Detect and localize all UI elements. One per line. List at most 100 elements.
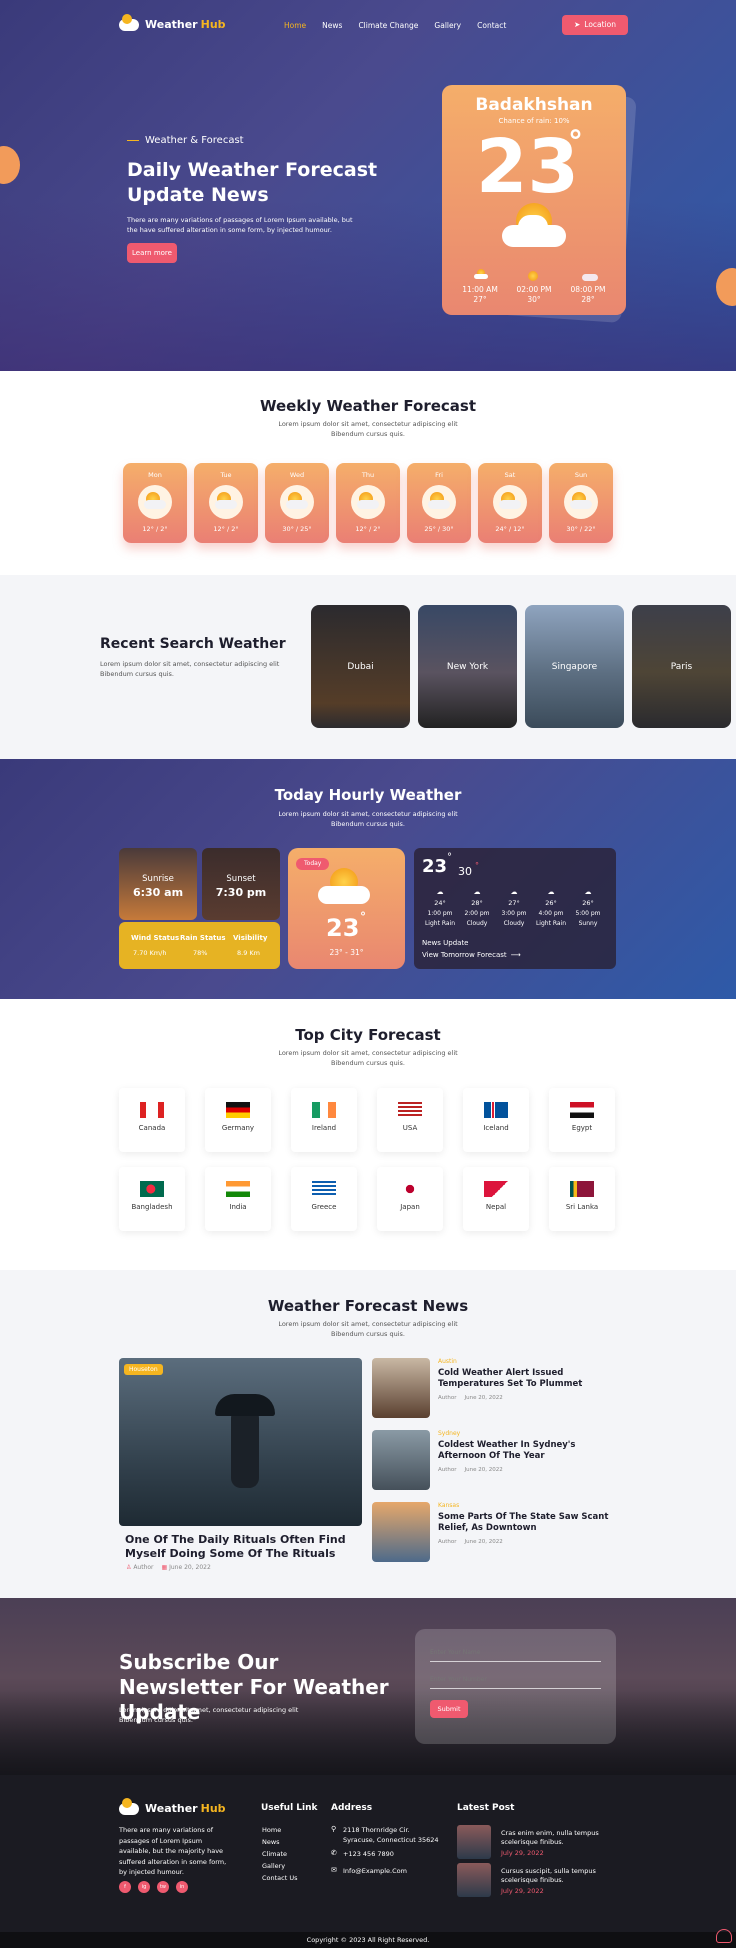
news-item[interactable]: Kansas Some Parts Of The State Saw Scant … — [372, 1502, 617, 1562]
day-name: Mon — [148, 471, 162, 479]
nav-contact[interactable]: Contact — [477, 21, 506, 30]
city-card-singapore[interactable]: Singapore — [525, 605, 624, 728]
flag-india-icon — [226, 1181, 250, 1197]
wind-label: Wind Status — [131, 934, 180, 942]
news-title[interactable]: Some Parts Of The State Saw Scant Relief… — [438, 1512, 616, 1534]
country-card-iceland[interactable]: Iceland — [463, 1088, 529, 1152]
news-tag: Sydney — [438, 1430, 461, 1437]
news-thumbnail[interactable] — [372, 1430, 430, 1490]
city-card-dubai[interactable]: Dubai — [311, 605, 410, 728]
rain-value: 78% — [193, 949, 208, 957]
news-meta: Author June 20, 2022 — [438, 1467, 503, 1473]
footer-phone[interactable]: +123 456 7890 — [343, 1850, 394, 1858]
wind-value: 7.70 Km/h — [133, 949, 167, 957]
footer-link-gallery[interactable]: Gallery — [262, 1862, 285, 1870]
news-meta: Author June 20, 2022 — [438, 1395, 503, 1401]
country-card-sri-lanka[interactable]: Sri Lanka — [549, 1167, 615, 1231]
country-card-ireland[interactable]: Ireland — [291, 1088, 357, 1152]
country-card-greece[interactable]: Greece — [291, 1167, 357, 1231]
scroll-top-icon[interactable] — [716, 1929, 732, 1943]
learn-more-button[interactable]: Learn more — [127, 243, 177, 263]
submit-button[interactable]: Submit — [430, 1700, 468, 1718]
number-input[interactable] — [430, 1671, 601, 1689]
footer-address-title: Address — [331, 1803, 373, 1813]
country-card-germany[interactable]: Germany — [205, 1088, 271, 1152]
name-input[interactable] — [430, 1644, 601, 1662]
news-tag: Kansas — [438, 1502, 460, 1509]
day-name: Fri — [435, 471, 443, 479]
news-thumbnail[interactable] — [372, 1358, 430, 1418]
today-temp: 23 — [326, 914, 360, 942]
day-card-tue[interactable]: Tue 12° / 2° — [194, 463, 258, 543]
country-card-egypt[interactable]: Egypt — [549, 1088, 615, 1152]
country-card-japan[interactable]: Japan — [377, 1167, 443, 1231]
slot-time: 1:00 pm — [427, 910, 453, 917]
nav-climate[interactable]: Climate Change — [358, 21, 418, 30]
flag-canada-icon — [140, 1102, 164, 1118]
news-title[interactable]: Cold Weather Alert Issued Temperatures S… — [438, 1368, 616, 1390]
flag-nepal-icon — [484, 1181, 508, 1197]
top-city-title: Top City Forecast — [295, 1026, 441, 1044]
post-thumbnail[interactable] — [457, 1863, 491, 1897]
country-name: Egypt — [571, 1124, 593, 1132]
news-thumbnail[interactable] — [372, 1502, 430, 1562]
weekly-title: Weekly Weather Forecast — [259, 397, 477, 415]
card-city: Badakhshan — [475, 95, 593, 115]
day-temp: 12° / 2° — [355, 525, 381, 533]
social-ig-icon[interactable]: ig — [138, 1881, 150, 1893]
post-thumbnail[interactable] — [457, 1825, 491, 1859]
slot-weather-icon: ☁ — [547, 888, 555, 896]
nav-home[interactable]: Home — [284, 21, 306, 30]
slot-condition: Sunny — [578, 920, 598, 927]
tomorrow-link[interactable]: View Tomorrow Forecast ⟶ — [422, 951, 521, 959]
footer-latest-title: Latest Post — [457, 1803, 515, 1813]
nav-news[interactable]: News — [322, 21, 342, 30]
weather-icon — [209, 485, 243, 519]
country-card-india[interactable]: India — [205, 1167, 271, 1231]
day-card-thu[interactable]: Thu 12° / 2° — [336, 463, 400, 543]
country-card-canada[interactable]: Canada — [119, 1088, 185, 1152]
weather-icon — [138, 485, 172, 519]
day-card-fri[interactable]: Fri 25° / 30° — [407, 463, 471, 543]
news-item[interactable]: Austin Cold Weather Alert Issued Temperat… — [372, 1358, 617, 1418]
hourly-forecast-card: 23 ° 30 ° News Update View Tomorrow Fore… — [414, 848, 616, 969]
city-name: Paris — [670, 661, 693, 672]
country-card-nepal[interactable]: Nepal — [463, 1167, 529, 1231]
cloud-shape — [499, 500, 521, 509]
day-card-mon[interactable]: Mon 12° / 2° — [123, 463, 187, 543]
news-title[interactable]: Coldest Weather In Sydney's Afternoon Of… — [438, 1440, 616, 1462]
news-item[interactable]: Sydney Coldest Weather In Sydney's Aftern… — [372, 1430, 617, 1490]
footer-link-climate[interactable]: Climate — [262, 1850, 287, 1858]
main-news-title[interactable]: One Of The Daily Rituals Often Find Myse… — [125, 1533, 360, 1561]
post-title[interactable]: Cras enim enim, nulla tempus scelerisque… — [501, 1829, 601, 1847]
day-name: Sun — [574, 471, 588, 479]
city-card-new-york[interactable]: New York — [418, 605, 517, 728]
day-card-sun[interactable]: Sun 30° / 22° — [549, 463, 613, 543]
social-f-icon[interactable]: f — [119, 1881, 131, 1893]
social-in-icon[interactable]: in — [176, 1881, 188, 1893]
slot-time: 2:00 pm — [464, 910, 490, 917]
footer-logo[interactable]: Weather Hub — [119, 1797, 226, 1815]
phone-icon: ✆ — [331, 1849, 337, 1857]
stats-card: Wind Status 7.70 Km/h Rain Status 78% Vi… — [119, 922, 280, 969]
main-news-image[interactable]: Houseton — [119, 1358, 362, 1526]
post-title[interactable]: Cursus suscipit, sulla tempus scelerisqu… — [501, 1867, 601, 1885]
nav-gallery[interactable]: Gallery — [434, 21, 461, 30]
footer-link-contact-us[interactable]: Contact Us — [262, 1874, 298, 1882]
cloud-shape — [286, 500, 308, 509]
footer-email[interactable]: Info@Example.Com — [343, 1867, 407, 1875]
country-card-usa[interactable]: USA — [377, 1088, 443, 1152]
location-button[interactable]: ➤ Location — [562, 15, 629, 35]
footer-link-news[interactable]: News — [262, 1838, 280, 1846]
day-card-wed[interactable]: Wed 30° / 25° — [265, 463, 329, 543]
social-tw-icon[interactable]: tw — [157, 1881, 169, 1893]
day-card-sat[interactable]: Sat 24° / 12° — [478, 463, 542, 543]
flag-japan-icon — [398, 1181, 422, 1197]
header-logo[interactable]: Weather Hub — [119, 13, 226, 31]
news-tag: Austin — [438, 1358, 457, 1365]
footer-link-home[interactable]: Home — [262, 1826, 281, 1834]
city-card-paris[interactable]: Paris — [632, 605, 731, 728]
hero-weather-card: Badakhshan Chance of rain: 10% 23 ° 11:0… — [442, 85, 626, 315]
logo-icon — [119, 13, 139, 31]
country-card-bangladesh[interactable]: Bangladesh — [119, 1167, 185, 1231]
